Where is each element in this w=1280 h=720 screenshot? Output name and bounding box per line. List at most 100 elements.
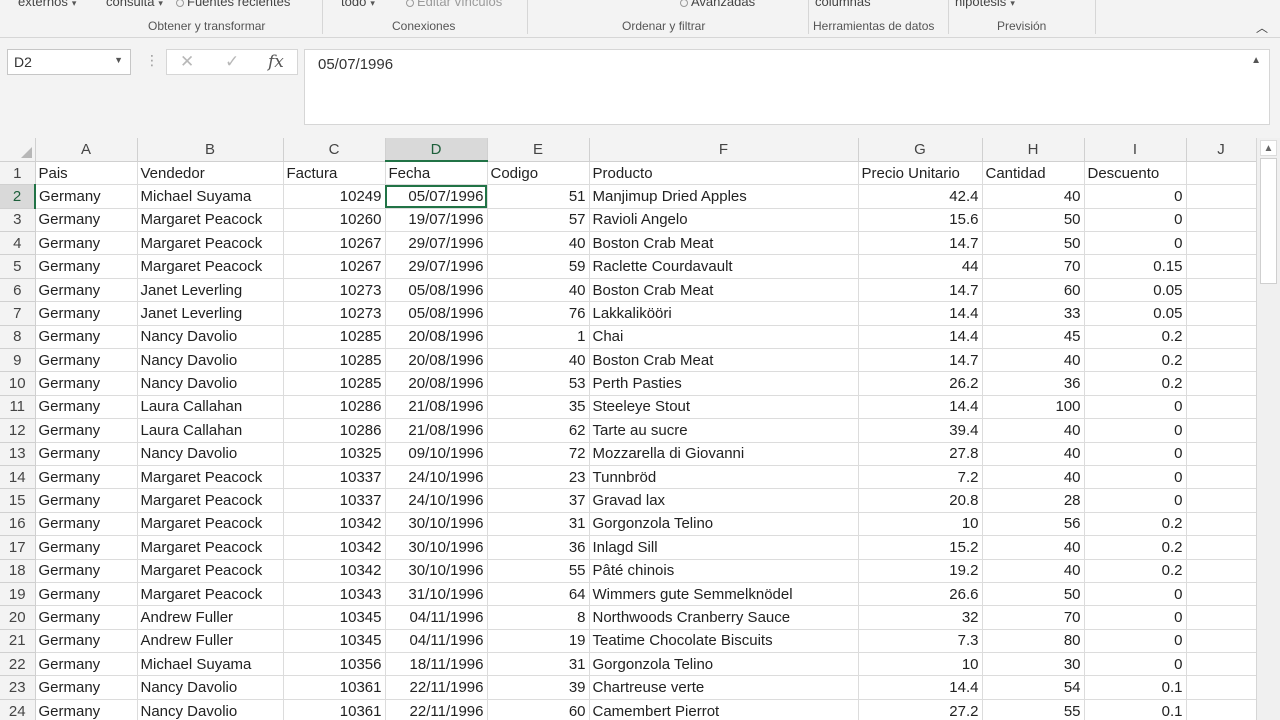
row-header[interactable]: 15: [0, 488, 36, 513]
scroll-up-icon[interactable]: ▲: [1260, 140, 1277, 156]
empty-cell[interactable]: [1186, 418, 1256, 443]
data-cell[interactable]: 0: [1084, 442, 1187, 466]
data-cell[interactable]: Germany: [35, 699, 138, 720]
data-cell[interactable]: 40: [982, 559, 1085, 583]
data-cell[interactable]: 05/08/1996: [385, 278, 488, 303]
row-header[interactable]: 8: [0, 325, 36, 350]
data-cell[interactable]: 30/10/1996: [385, 535, 488, 560]
data-cell[interactable]: 0: [1084, 184, 1187, 209]
data-cell[interactable]: 40: [982, 535, 1085, 560]
data-cell[interactable]: 10356: [283, 652, 386, 677]
data-cell[interactable]: Nancy Davolio: [137, 348, 284, 373]
data-cell[interactable]: 0.2: [1084, 371, 1187, 396]
data-cell[interactable]: 27.2: [858, 699, 983, 720]
data-cell[interactable]: Germany: [35, 512, 138, 537]
empty-cell[interactable]: [1186, 559, 1256, 583]
data-cell[interactable]: Margaret Peacock: [137, 488, 284, 513]
data-cell[interactable]: Margaret Peacock: [137, 465, 284, 490]
data-cell[interactable]: Boston Crab Meat: [589, 348, 859, 373]
formula-input[interactable]: 05/07/1996 ▲: [304, 49, 1270, 125]
data-cell[interactable]: 50: [982, 231, 1085, 256]
data-cell[interactable]: 14.4: [858, 395, 983, 420]
row-header[interactable]: 9: [0, 348, 36, 373]
data-cell[interactable]: 26.6: [858, 582, 983, 607]
data-cell[interactable]: 44: [858, 254, 983, 279]
column-header-b[interactable]: B: [137, 138, 284, 162]
data-cell[interactable]: 0: [1084, 465, 1187, 490]
data-cell[interactable]: 0: [1084, 208, 1187, 233]
data-cell[interactable]: Tarte au sucre: [589, 418, 859, 443]
data-cell[interactable]: 10361: [283, 699, 386, 720]
data-cell[interactable]: 14.4: [858, 325, 983, 350]
data-cell[interactable]: 0.15: [1084, 254, 1187, 279]
data-cell[interactable]: 10267: [283, 254, 386, 279]
data-cell[interactable]: 10337: [283, 465, 386, 490]
data-cell[interactable]: 10343: [283, 582, 386, 607]
data-cell[interactable]: 0.2: [1084, 512, 1187, 537]
data-cell[interactable]: Boston Crab Meat: [589, 278, 859, 303]
data-cell[interactable]: Margaret Peacock: [137, 208, 284, 233]
header-cell[interactable]: Producto: [589, 161, 859, 186]
data-cell[interactable]: 100: [982, 395, 1085, 420]
data-cell[interactable]: 10: [858, 652, 983, 677]
empty-cell[interactable]: [1186, 184, 1256, 209]
data-cell[interactable]: 7.2: [858, 465, 983, 490]
header-cell[interactable]: Descuento: [1084, 161, 1187, 186]
data-cell[interactable]: Nancy Davolio: [137, 371, 284, 396]
data-cell[interactable]: Steeleye Stout: [589, 395, 859, 420]
data-cell[interactable]: 0.05: [1084, 301, 1187, 326]
what-if-analysis-button[interactable]: hipótesis ▾: [955, 0, 1015, 9]
data-cell[interactable]: Pâté chinois: [589, 559, 859, 583]
column-header-a[interactable]: A: [35, 138, 138, 162]
data-cell[interactable]: 45: [982, 325, 1085, 350]
data-cell[interactable]: 39.4: [858, 418, 983, 443]
data-cell[interactable]: Germany: [35, 535, 138, 560]
data-cell[interactable]: 14.4: [858, 675, 983, 700]
column-header-e[interactable]: E: [487, 138, 590, 162]
data-cell[interactable]: Margaret Peacock: [137, 254, 284, 279]
data-cell[interactable]: 0: [1084, 652, 1187, 677]
empty-cell[interactable]: [1186, 395, 1256, 420]
data-cell[interactable]: Teatime Chocolate Biscuits: [589, 629, 859, 654]
data-cell[interactable]: 0.2: [1084, 535, 1187, 560]
data-cell[interactable]: Germany: [35, 488, 138, 513]
data-cell[interactable]: 32: [858, 605, 983, 630]
empty-cell[interactable]: [1186, 465, 1256, 490]
data-cell[interactable]: 04/11/1996: [385, 629, 488, 654]
data-cell[interactable]: 57: [487, 208, 590, 233]
data-cell[interactable]: 04/11/1996: [385, 605, 488, 630]
data-cell[interactable]: 40: [487, 348, 590, 373]
data-cell[interactable]: 28: [982, 488, 1085, 513]
row-header[interactable]: 4: [0, 231, 36, 256]
refresh-all-button[interactable]: todo ▾: [341, 0, 375, 9]
data-cell[interactable]: Germany: [35, 605, 138, 630]
header-cell[interactable]: Factura: [283, 161, 386, 186]
data-cell[interactable]: Germany: [35, 208, 138, 233]
data-cell[interactable]: 10286: [283, 418, 386, 443]
data-cell[interactable]: 10337: [283, 488, 386, 513]
data-cell[interactable]: 10325: [283, 442, 386, 466]
data-cell[interactable]: 0.2: [1084, 559, 1187, 583]
data-cell[interactable]: 14.7: [858, 278, 983, 303]
row-header[interactable]: 23: [0, 675, 36, 700]
vertical-scrollbar[interactable]: ▲: [1256, 138, 1280, 720]
select-all-button[interactable]: [0, 138, 36, 162]
header-cell[interactable]: Cantidad: [982, 161, 1085, 186]
data-cell[interactable]: Tunnbröd: [589, 465, 859, 490]
data-cell[interactable]: 70: [982, 254, 1085, 279]
header-cell[interactable]: Fecha: [385, 161, 488, 186]
row-header[interactable]: 7: [0, 301, 36, 326]
data-cell[interactable]: 10345: [283, 605, 386, 630]
empty-cell[interactable]: [1186, 208, 1256, 233]
data-cell[interactable]: 40: [982, 418, 1085, 443]
data-cell[interactable]: 51: [487, 184, 590, 209]
data-cell[interactable]: Camembert Pierrot: [589, 699, 859, 720]
data-cell[interactable]: 59: [487, 254, 590, 279]
data-cell[interactable]: 55: [982, 699, 1085, 720]
name-box[interactable]: D2 ▼: [7, 49, 131, 75]
data-cell[interactable]: Germany: [35, 652, 138, 677]
data-cell[interactable]: 36: [982, 371, 1085, 396]
data-cell[interactable]: 22/11/1996: [385, 675, 488, 700]
edit-links-button[interactable]: Editar vínculos: [406, 0, 502, 9]
data-cell[interactable]: 54: [982, 675, 1085, 700]
